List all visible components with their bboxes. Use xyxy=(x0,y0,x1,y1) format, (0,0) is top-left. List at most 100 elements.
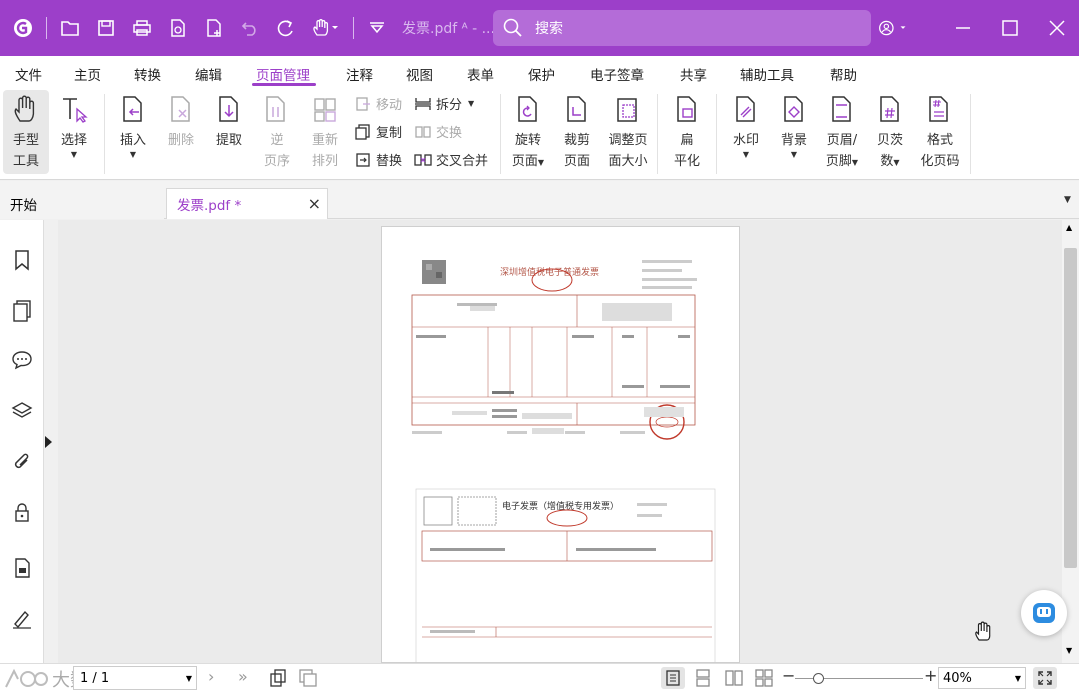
save-icon[interactable] xyxy=(93,15,119,41)
app-logo-icon[interactable] xyxy=(10,15,36,41)
split-label: 拆分 xyxy=(436,98,463,113)
page-number-input[interactable]: 1 / 1 ▼ xyxy=(73,666,197,690)
sidebar-expand-icon[interactable] xyxy=(45,436,52,448)
close-window-icon[interactable] xyxy=(1042,14,1072,42)
delete-button[interactable]: 删除 xyxy=(161,94,201,151)
two-page-view-icon[interactable] xyxy=(724,668,744,688)
zoom-dropdown-icon[interactable]: ▼ xyxy=(1015,674,1021,683)
bates-number-button[interactable]: 贝茨 数▼ xyxy=(870,94,910,173)
copy-button[interactable]: 复制 xyxy=(354,122,402,141)
format-page-number-label-1: 格式 xyxy=(926,133,953,148)
account-icon[interactable] xyxy=(878,14,908,42)
left-sidebar xyxy=(0,220,52,663)
menu-home[interactable]: 主页 xyxy=(74,64,101,84)
search-box[interactable]: 搜索 xyxy=(493,10,871,46)
menu-protect[interactable]: 保护 xyxy=(528,64,555,84)
attachment-icon[interactable] xyxy=(10,450,34,474)
scrollbar-thumb[interactable] xyxy=(1064,248,1077,568)
tab-document-label: 发票.pdf * xyxy=(177,198,242,214)
tab-list-dropdown-icon[interactable]: ▼ xyxy=(1064,195,1071,205)
two-page-continuous-view-icon[interactable] xyxy=(754,668,774,688)
ribbon-toolbar: 手型 工具 选择 ▼ 插入 ▼ 删除 提取 逆 页序 重新 排列 移动 复制 替… xyxy=(0,88,1079,180)
single-page-view-icon[interactable] xyxy=(661,667,685,689)
hand-mode-icon[interactable] xyxy=(309,15,343,41)
background-button[interactable]: 背景 ▼ xyxy=(774,94,814,159)
menu-form[interactable]: 表单 xyxy=(467,64,494,84)
format-page-number-button[interactable]: 格式 化页码 xyxy=(918,94,962,172)
comments-icon[interactable] xyxy=(10,348,34,372)
cross-merge-button[interactable]: 交叉合并 xyxy=(414,150,488,169)
menu-page-management[interactable]: 页面管理 xyxy=(256,64,310,84)
menu-file[interactable]: 文件 xyxy=(15,64,42,84)
select-button[interactable]: 选择 ▼ xyxy=(54,94,94,159)
flatten-button[interactable]: 扁 平化 xyxy=(667,94,707,172)
last-page-icon[interactable]: » xyxy=(238,667,248,686)
rotate-label-1: 旋转 xyxy=(514,133,541,148)
reverse-pages-icon xyxy=(263,94,291,124)
print-icon[interactable] xyxy=(129,15,155,41)
menu-e-signature[interactable]: 电子签章 xyxy=(590,64,644,84)
zoom-slider-handle[interactable] xyxy=(813,673,824,684)
minimize-icon[interactable] xyxy=(948,14,978,42)
zoom-in-icon[interactable]: + xyxy=(924,666,937,685)
scroll-down-icon[interactable]: ▼ xyxy=(1066,646,1072,655)
tab-close-icon[interactable]: × xyxy=(308,194,321,213)
open-folder-icon[interactable] xyxy=(57,15,83,41)
menu-view[interactable]: 视图 xyxy=(406,64,433,84)
menu-help[interactable]: 帮助 xyxy=(830,64,857,84)
split-button[interactable]: 拆分 ▼ xyxy=(414,94,474,113)
rotate-page-icon xyxy=(514,94,542,124)
fullscreen-icon[interactable] xyxy=(1033,667,1057,689)
zoom-input[interactable]: 40% ▼ xyxy=(938,667,1026,689)
tab-start[interactable]: 开始 xyxy=(0,188,164,219)
next-page-icon[interactable]: › xyxy=(208,667,214,686)
continuous-view-icon[interactable] xyxy=(694,668,712,688)
vertical-scrollbar[interactable]: ▲ ▼ xyxy=(1062,220,1079,663)
header-footer-icon xyxy=(828,94,856,124)
rotate-view-icon[interactable] xyxy=(268,668,288,688)
layers-icon[interactable] xyxy=(10,399,34,423)
quick-access-dropdown-icon[interactable] xyxy=(364,15,390,41)
menu-convert[interactable]: 转换 xyxy=(134,64,161,84)
new-file-icon[interactable] xyxy=(201,15,227,41)
menu-accessibility[interactable]: 辅助工具 xyxy=(740,64,794,84)
pages-thumbnail-icon[interactable] xyxy=(10,299,34,323)
rearrange-button[interactable]: 重新 排列 xyxy=(305,94,345,172)
crop-page-button[interactable]: 裁剪 页面 xyxy=(557,94,597,172)
crop-page-icon xyxy=(563,94,591,124)
swap-icon xyxy=(414,123,432,141)
page-dropdown-icon[interactable]: ▼ xyxy=(186,674,192,683)
extract-label: 提取 xyxy=(215,133,242,148)
menu-bar: 文件 主页 转换 编辑 页面管理 注释 视图 表单 保护 电子签章 共享 辅助工… xyxy=(0,56,1079,88)
scroll-up-icon[interactable]: ▲ xyxy=(1066,223,1072,232)
resize-page-button[interactable]: 调整页 面大小 xyxy=(604,94,652,172)
undo-icon[interactable] xyxy=(237,15,263,41)
page-properties-icon[interactable] xyxy=(10,556,34,580)
menu-comment[interactable]: 注释 xyxy=(346,64,373,84)
swap-button[interactable]: 交换 xyxy=(414,122,462,141)
redo-icon[interactable] xyxy=(273,15,299,41)
zoom-out-icon[interactable]: − xyxy=(782,666,795,685)
tab-document[interactable]: 发票.pdf * × xyxy=(166,188,328,219)
hand-tool-button[interactable]: 手型 工具 xyxy=(6,94,46,172)
watermark-button[interactable]: 水印 ▼ xyxy=(726,94,766,159)
bookmark-icon[interactable] xyxy=(10,248,34,272)
rotate-page-button[interactable]: 旋转 页面▼ xyxy=(508,94,548,173)
header-footer-button[interactable]: 页眉/ 页脚▼ xyxy=(822,94,862,173)
reverse-order-button[interactable]: 逆 页序 xyxy=(257,94,297,172)
security-lock-icon[interactable] xyxy=(10,500,34,524)
signature-icon[interactable] xyxy=(10,607,34,631)
move-button[interactable]: 移动 xyxy=(354,94,402,113)
menu-edit[interactable]: 编辑 xyxy=(195,64,222,84)
rotate-label-2-text: 页面 xyxy=(511,154,538,169)
replace-button[interactable]: 替换 xyxy=(354,150,402,169)
extract-button[interactable]: 提取 xyxy=(209,94,249,151)
menu-share[interactable]: 共享 xyxy=(680,64,707,84)
assistant-chat-button[interactable] xyxy=(1021,590,1067,636)
export-icon[interactable] xyxy=(165,15,191,41)
page-number-value: 1 / 1 xyxy=(80,670,110,686)
fit-view-icon[interactable] xyxy=(298,668,318,688)
insert-button[interactable]: 插入 ▼ xyxy=(113,94,153,159)
replace-label: 替换 xyxy=(376,154,403,169)
maximize-icon[interactable] xyxy=(995,14,1025,42)
